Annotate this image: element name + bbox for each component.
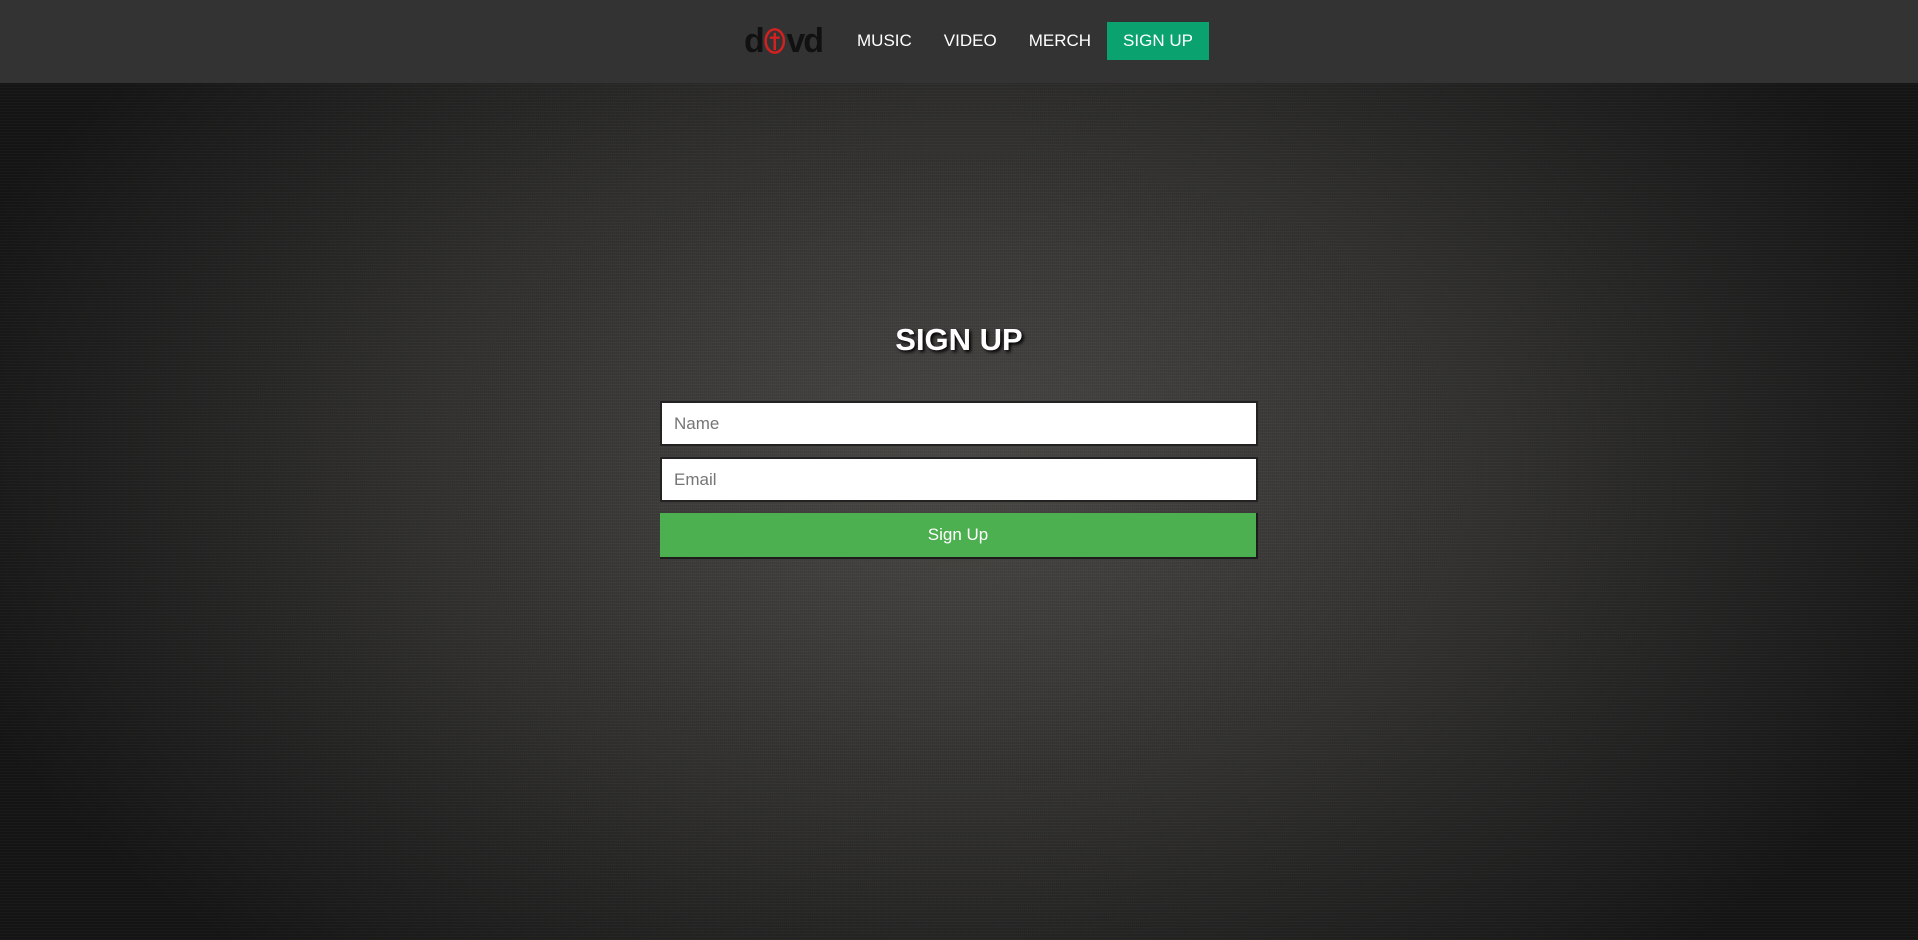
top-navbar: d vd MUSIC VIDEO MERCH SIGN UP	[0, 0, 1918, 83]
nav-link-video[interactable]: VIDEO	[928, 22, 1013, 60]
nav-link-merch[interactable]: MERCH	[1013, 22, 1107, 60]
nav-inner: d vd MUSIC VIDEO MERCH SIGN UP	[744, 22, 1209, 60]
email-field[interactable]	[660, 457, 1258, 502]
brand-logo[interactable]: d vd	[744, 21, 824, 60]
nav-link-music[interactable]: MUSIC	[857, 22, 928, 60]
red-shield-icon	[764, 28, 785, 54]
signup-form: SIGN UP Sign Up	[660, 318, 1258, 559]
sign-up-button[interactable]: Sign Up	[660, 513, 1258, 559]
name-field[interactable]	[660, 401, 1258, 446]
logo-letter-d: d	[744, 21, 765, 60]
nav-link-signup[interactable]: SIGN UP	[1107, 22, 1209, 60]
page-title: SIGN UP	[895, 322, 1023, 357]
logo-letters-vd: vd	[786, 21, 824, 60]
